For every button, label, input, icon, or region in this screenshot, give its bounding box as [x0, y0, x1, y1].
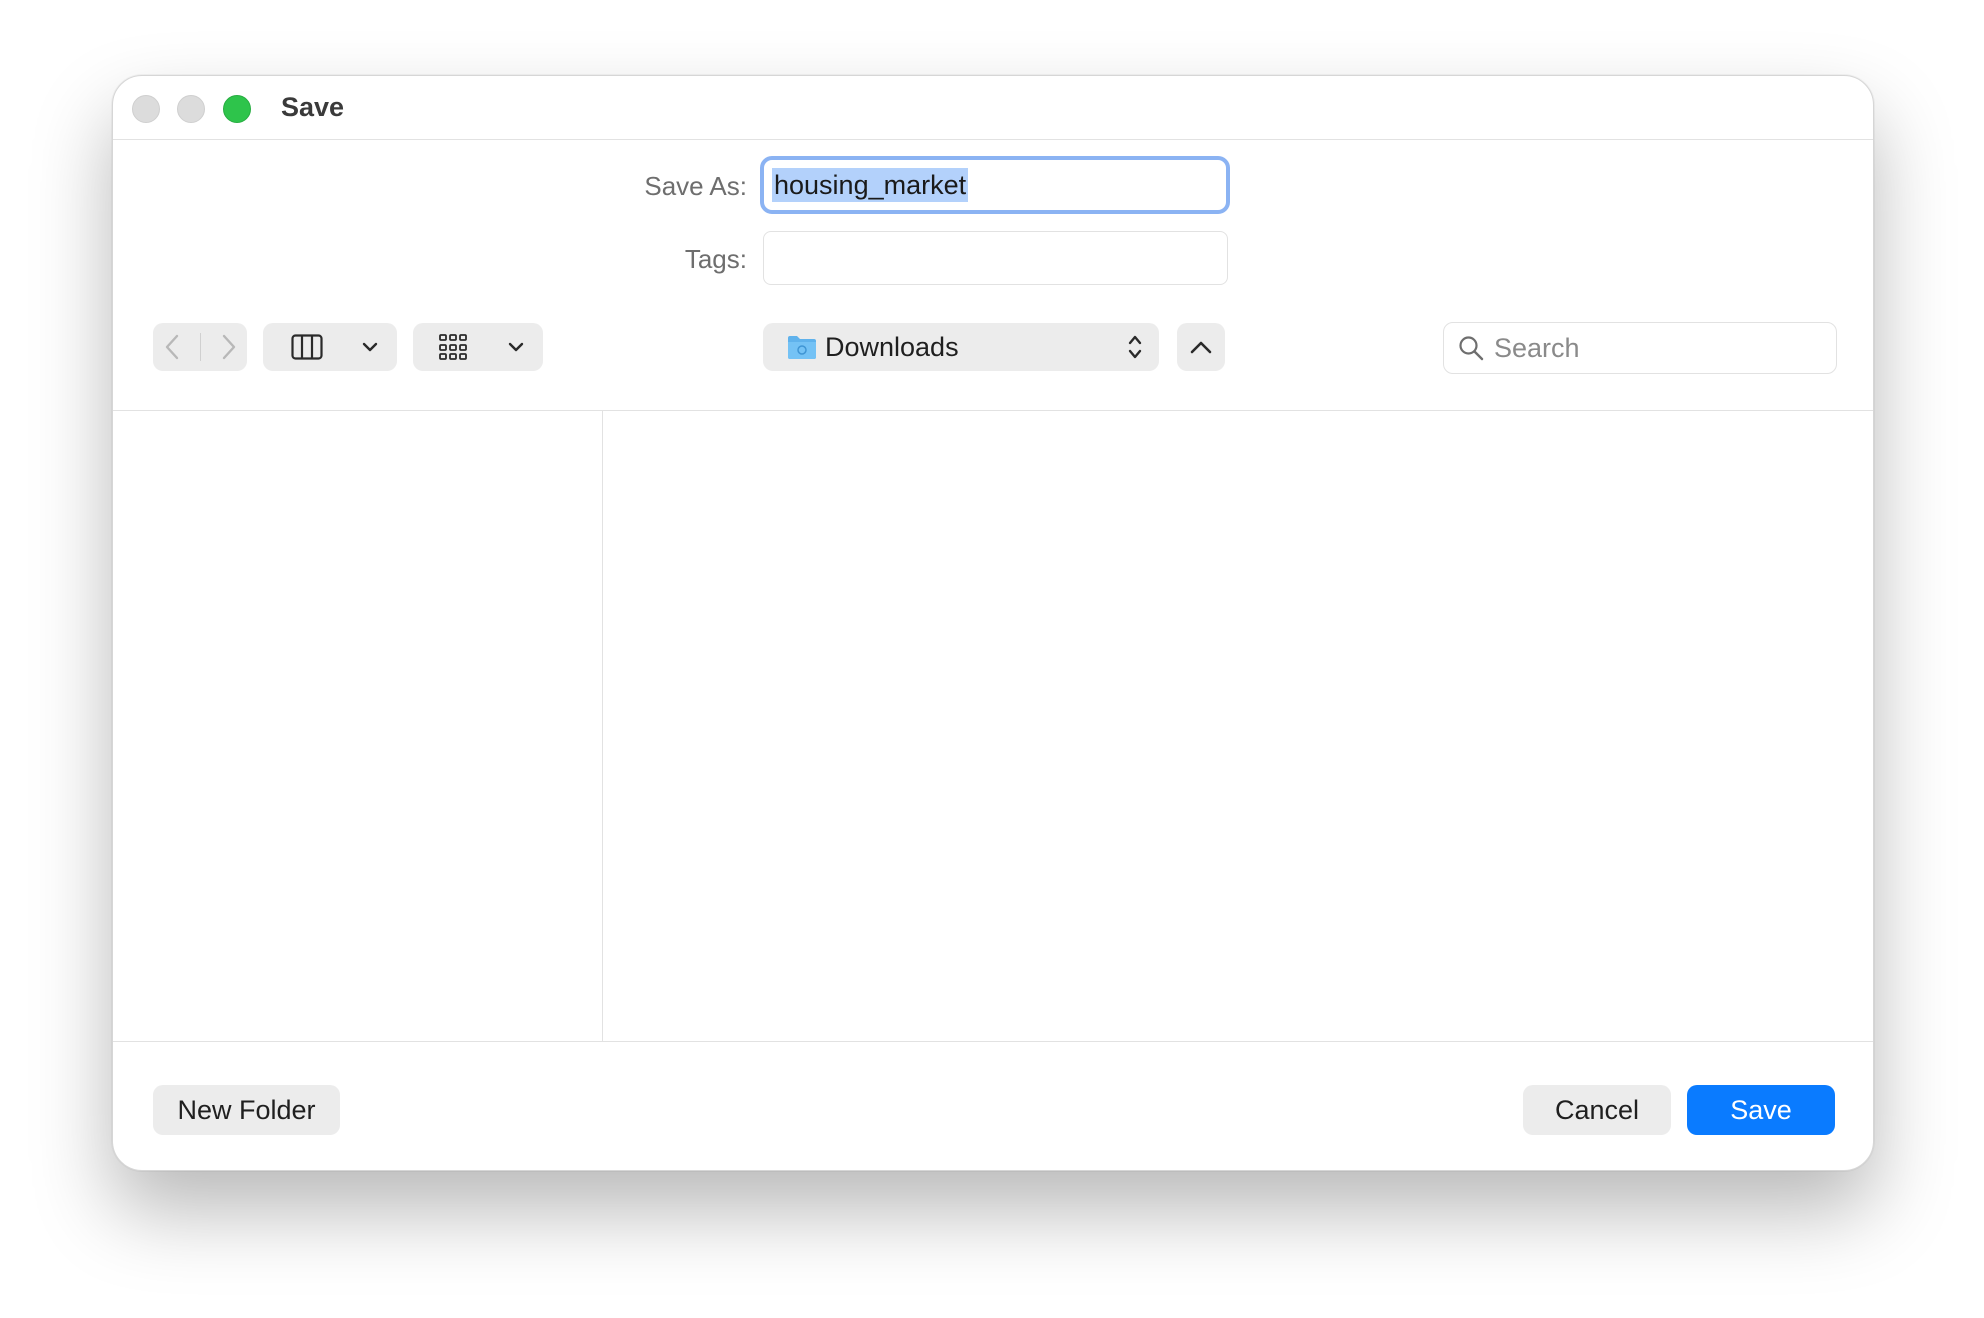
chevron-right-icon: [222, 334, 235, 360]
forward-button[interactable]: [220, 333, 238, 361]
minimize-window-button[interactable]: [177, 95, 205, 123]
tags-label: Tags:: [684, 244, 747, 274]
save-as-label: Save As:: [644, 171, 747, 201]
save-button[interactable]: Save: [1687, 1085, 1835, 1135]
sidebar-pane[interactable]: [113, 411, 603, 1041]
tags-field[interactable]: [763, 231, 1228, 285]
search-icon: [1459, 336, 1484, 361]
grid-view-icon: [439, 334, 467, 360]
save-as-value: housing_market: [772, 168, 969, 202]
view-mode-button[interactable]: [263, 323, 397, 371]
search-field[interactable]: [1443, 322, 1837, 374]
save-dialog: Save Save As: housing_market Tags: Downl…: [112, 75, 1874, 1171]
nav-divider: [199, 333, 201, 361]
location-popup[interactable]: Downloads: [763, 323, 1159, 371]
group-by-button[interactable]: [413, 323, 543, 371]
chevron-up-icon: [1190, 341, 1212, 354]
column-view-icon: [291, 334, 323, 360]
back-forward-group: [153, 323, 247, 371]
search-input[interactable]: [1492, 331, 1812, 365]
cancel-button[interactable]: Cancel: [1523, 1085, 1671, 1135]
zoom-window-button[interactable]: [223, 95, 251, 123]
title-bar: Save: [113, 76, 1873, 140]
location-label: Downloads: [825, 331, 959, 362]
browser-bottom-divider: [113, 1041, 1873, 1042]
chevron-left-icon: [165, 334, 178, 360]
window-title: Save: [281, 92, 345, 122]
chevron-down-icon: [362, 342, 378, 352]
file-browser-pane[interactable]: [604, 411, 1873, 1041]
save-as-field[interactable]: housing_market: [760, 156, 1230, 214]
chevron-down-icon: [508, 342, 524, 352]
new-folder-button[interactable]: New Folder: [153, 1085, 340, 1135]
folder-icon: [788, 336, 816, 359]
up-down-chevron-icon: [1128, 335, 1142, 359]
close-window-button[interactable]: [132, 95, 160, 123]
back-button[interactable]: [163, 333, 181, 361]
collapse-button[interactable]: [1177, 323, 1225, 371]
